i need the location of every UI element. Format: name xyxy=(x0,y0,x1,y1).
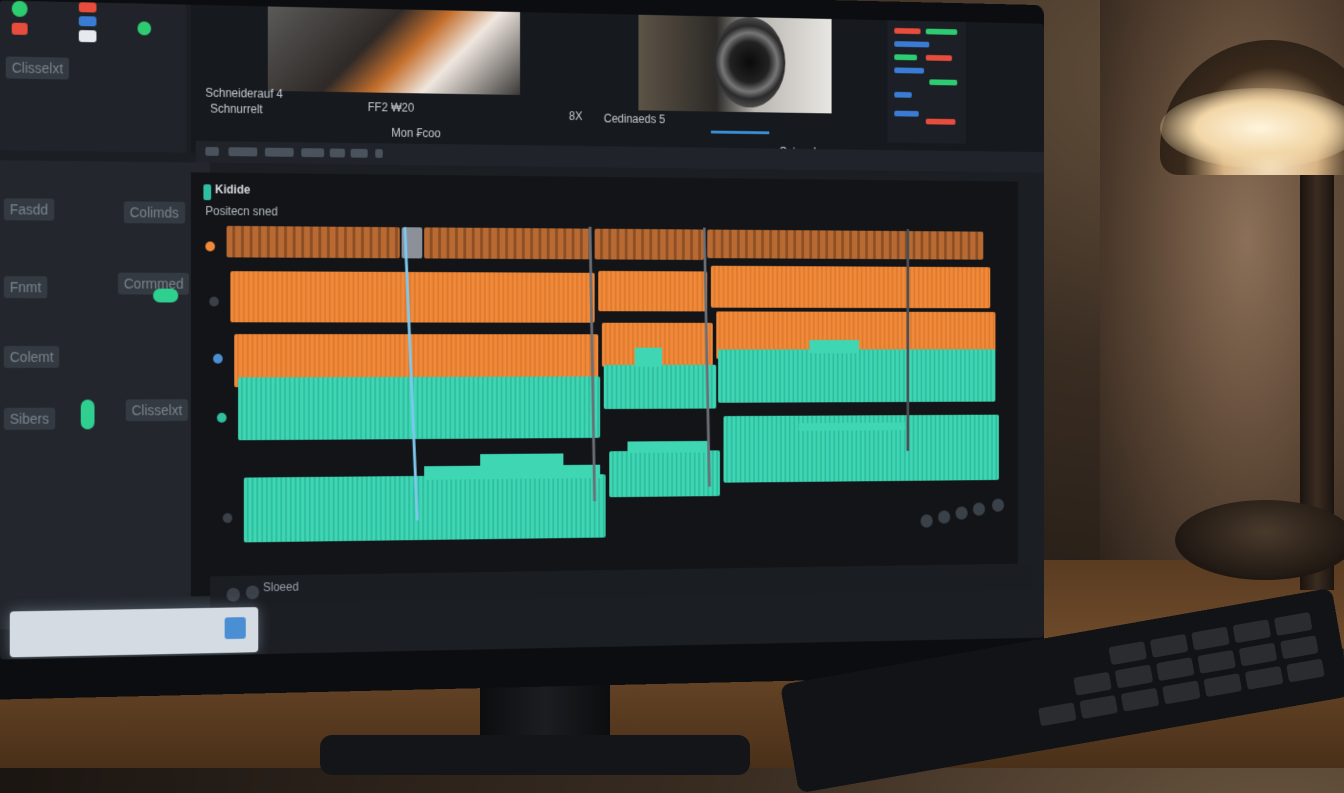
waveform-peak xyxy=(798,422,905,431)
transport-button[interactable] xyxy=(329,148,345,158)
volume-icon[interactable] xyxy=(972,502,986,516)
lamp-base xyxy=(1175,500,1344,580)
panel-label: Clisselxt xyxy=(5,56,70,80)
camera-lens-image xyxy=(713,16,786,108)
program-title: Cedinaeds 5 xyxy=(603,111,666,127)
source-title: Schneiderauf 4 xyxy=(205,85,283,101)
audio-clip-orange[interactable] xyxy=(230,271,595,323)
track-indicator-icon[interactable] xyxy=(213,353,223,364)
edit-point[interactable] xyxy=(906,229,910,451)
waveform-peak xyxy=(809,340,859,354)
track-indicator-icon[interactable] xyxy=(209,296,219,307)
transport-button[interactable] xyxy=(205,146,219,156)
inspector-label: Colemt xyxy=(3,345,60,368)
audio-clip-orange[interactable] xyxy=(598,270,708,312)
white-chip-icon xyxy=(78,30,97,43)
record-dot-icon[interactable] xyxy=(11,0,28,18)
video-clip[interactable] xyxy=(594,228,704,260)
play-icon[interactable] xyxy=(920,514,933,528)
green-status-icon xyxy=(137,21,152,36)
lamp-light xyxy=(1160,88,1344,168)
toggle-switch[interactable] xyxy=(153,288,179,303)
source-preview-image xyxy=(267,6,521,96)
inspector-label: Fasdd xyxy=(3,198,55,221)
waveform-peak xyxy=(634,347,663,367)
loop-icon[interactable] xyxy=(955,506,968,520)
search-input[interactable] xyxy=(9,607,259,658)
waveform-peak xyxy=(627,440,710,453)
toggle-switch[interactable] xyxy=(80,399,95,430)
inspector-label: Clisselxt xyxy=(125,399,189,422)
source-timecode: FF2 ₩20 xyxy=(367,100,415,115)
audio-clip-orange[interactable] xyxy=(710,265,991,309)
waveform-peak xyxy=(480,453,564,468)
video-clip[interactable] xyxy=(226,225,400,259)
audio-clip-teal[interactable] xyxy=(718,349,996,403)
monitor-stand-foot xyxy=(320,735,750,775)
track-indicator-icon[interactable] xyxy=(205,241,216,252)
timeline-title: Kidide xyxy=(215,182,251,197)
audio-clip-teal[interactable] xyxy=(243,474,606,543)
inspector-label: Sibers xyxy=(3,407,55,430)
audio-clip-teal[interactable] xyxy=(603,364,717,410)
scopes-panel xyxy=(887,20,966,144)
top-left-panel: Clisselxt xyxy=(0,0,187,153)
transport-button[interactable] xyxy=(375,149,383,158)
blue-chip-icon xyxy=(78,16,97,27)
red-chip-icon xyxy=(78,2,97,13)
source-tag: 8X xyxy=(568,109,583,123)
transport-button[interactable] xyxy=(264,147,294,157)
audio-clip-teal[interactable] xyxy=(238,376,601,441)
track-indicator-icon[interactable] xyxy=(216,412,227,423)
timeline-marker-icon xyxy=(203,184,212,201)
left-inspector-panel: Fasdd Colimds Fnmt Cormmed Colemt Sibers… xyxy=(0,160,211,630)
timeline-subtitle: Positecn sned xyxy=(205,204,278,219)
monitor: Clisselxt Schneiderauf 4 Schnurrelt FF2 … xyxy=(0,0,1044,700)
inspector-label: Fnmt xyxy=(3,276,48,299)
source-subtitle: Schnurrelt xyxy=(210,101,263,117)
audio-clip-teal[interactable] xyxy=(609,450,720,498)
track-indicator-icon[interactable] xyxy=(222,513,233,524)
footer-label: Sloeed xyxy=(263,579,299,595)
more-icon[interactable] xyxy=(991,498,1005,512)
red-chip-icon xyxy=(11,22,28,35)
video-clip[interactable] xyxy=(424,227,591,260)
video-clip[interactable] xyxy=(707,229,984,260)
transport-button[interactable] xyxy=(228,147,258,157)
source-center-label: Mon ₣coo xyxy=(391,125,441,141)
transport-button[interactable] xyxy=(350,148,368,158)
inspector-label: Colimds xyxy=(123,201,185,224)
editor-screen: Clisselxt Schneiderauf 4 Schnurrelt FF2 … xyxy=(0,0,1044,660)
transport-button[interactable] xyxy=(301,148,325,158)
search-icon[interactable] xyxy=(224,617,246,640)
stop-icon[interactable] xyxy=(938,510,951,524)
